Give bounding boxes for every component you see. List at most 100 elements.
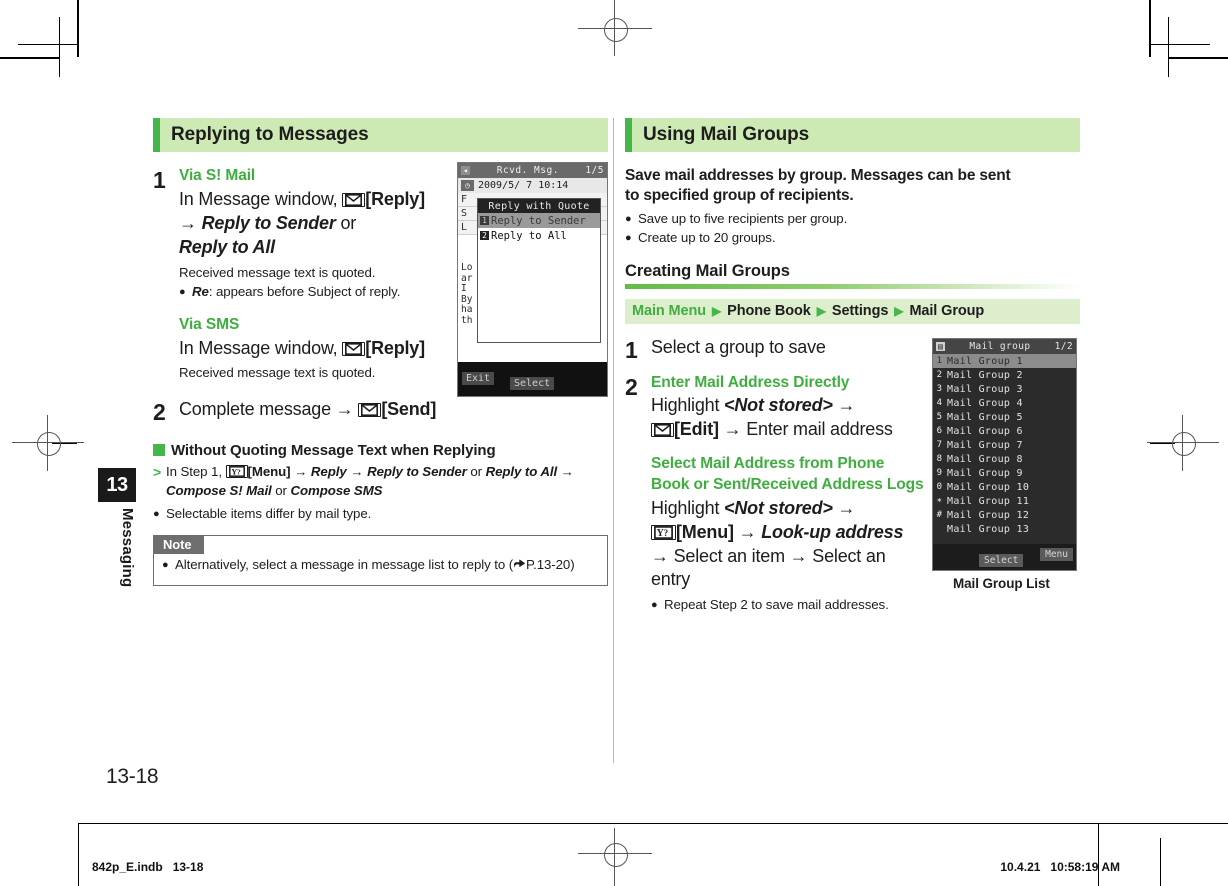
footer-timestamp: 10.4.21 10:58:19 AM <box>1000 860 1120 874</box>
step-body: Via S! Mail In Message window, [Reply] →… <box>179 166 453 382</box>
row-label: Mail Group 6 <box>947 425 1023 437</box>
footer-file-name: 842p_E.indb 13-18 <box>92 860 204 874</box>
step1-sms-line-post: [Reply] <box>365 337 425 358</box>
registration-line-bottom-h <box>578 853 652 854</box>
step2-heading-b-line2: Book or Sent/Received Address Logs <box>651 475 924 493</box>
step-number: 2 <box>153 398 166 425</box>
titlebar-counter: 1/2 <box>1054 341 1073 352</box>
line-a-it1: Reply <box>310 463 347 479</box>
nav-path-item-phone-book[interactable]: Phone Book <box>727 303 811 319</box>
row-label: Mail Group 1 <box>947 355 1023 367</box>
mail-group-row[interactable]: 5 Mail Group 5 <box>933 410 1076 424</box>
a-line2-label: [Edit] <box>674 419 719 440</box>
column-divider <box>613 118 614 763</box>
crop-mark-tl-v <box>77 0 79 57</box>
a-line2-post: Enter mail address <box>741 419 893 440</box>
step-body: Complete message → [Send] <box>179 398 608 425</box>
arrow-icon: → <box>837 395 856 416</box>
arrow-icon: → <box>350 463 364 479</box>
line-a-or: or <box>466 463 486 479</box>
mail-group-row[interactable]: 0 Mail Group 10 <box>933 480 1076 494</box>
row-key: # <box>936 510 943 520</box>
line-a-it3: Reply to All <box>485 463 558 479</box>
mail-group-row[interactable]: 7 Mail Group 7 <box>933 438 1076 452</box>
subblock-instruction: > In Step 1, Y? [Menu] → Reply → Reply to… <box>153 463 608 501</box>
bg-body-line: th <box>461 314 473 326</box>
step1-sms-line-pre: In Message window, <box>179 337 343 358</box>
sub-header-creating-mail-groups: Creating Mail Groups <box>625 262 1080 289</box>
row-key: 4 <box>936 398 943 408</box>
bullet-dot-icon: ● <box>625 231 632 244</box>
arrow-icon: → <box>723 419 742 440</box>
registration-line-top-v <box>614 0 615 56</box>
clock-icon: ◷ <box>461 180 474 191</box>
yahoo-menu-key-icon: Y? <box>651 524 676 540</box>
reply-popup-menu: Reply with Quote 1 Reply to Sender 2 Rep… <box>477 198 601 343</box>
popup-item-reply-to-sender[interactable]: 1 Reply to Sender <box>478 213 600 228</box>
manual-page: 13 Messaging Replying to Messages 1 Via … <box>0 0 1228 886</box>
nav-path-item-settings[interactable]: Settings <box>832 303 889 319</box>
arrow-icon: → <box>789 545 808 566</box>
mail-group-row[interactable]: ∗ Mail Group 11 <box>933 494 1076 508</box>
row-key: 2 <box>936 370 943 380</box>
screenshot-titlebar: ◂ Rcvd. Msg. 1/5 <box>458 163 607 178</box>
screenshot-date-row: ◷ 2009/5/ 7 10:14 <box>458 178 607 194</box>
step-1: 1 Via S! Mail In Message window, [Reply]… <box>153 166 453 382</box>
crop-mark-tr-h2 <box>1150 44 1210 45</box>
step-2: 2 Complete message → [Send] <box>153 398 608 425</box>
svg-text:?: ? <box>664 528 668 538</box>
b-line1-italic: <Not stored> <box>724 497 833 518</box>
row-label: Mail Group 4 <box>947 397 1023 409</box>
step2-text-post: [Send] <box>381 398 437 419</box>
step2-b-line1: Highlight <Not stored> → <box>651 497 925 521</box>
titlebar-title: Rcvd. Msg. <box>496 165 559 176</box>
step1-note1: Received message text is quoted. <box>179 264 376 280</box>
section-accent-bar <box>625 118 632 152</box>
mail-group-row[interactable]: 4 Mail Group 4 <box>933 396 1076 410</box>
crop-mark-tr-h <box>1168 57 1228 59</box>
mail-key-icon <box>342 341 366 356</box>
sub-header-text: Creating Mail Groups <box>625 261 790 280</box>
mail-group-row[interactable]: # Mail Group 12 <box>933 508 1076 522</box>
step2-heading-a: Enter Mail Address Directly <box>651 373 850 391</box>
nav-path-item-main-menu[interactable]: Main Menu <box>632 303 706 319</box>
softkey-menu[interactable]: Menu <box>1040 548 1073 561</box>
mail-key-icon <box>358 402 382 417</box>
chapter-name: Messaging <box>119 508 136 588</box>
step1-line2: → Reply to Sender or <box>179 212 453 236</box>
arrow-icon: → <box>294 463 308 479</box>
softkey-select[interactable]: Select <box>510 377 555 390</box>
mail-group-row[interactable]: 2 Mail Group 2 <box>933 368 1076 382</box>
row-label: Mail Group 10 <box>947 481 1030 493</box>
registration-line-top-h <box>578 28 652 29</box>
mail-group-row[interactable]: Mail Group 13 <box>933 522 1076 536</box>
step-body: Select a group to save <box>651 336 925 363</box>
line-b-it1: Compose S! Mail <box>166 482 272 498</box>
step1-bullet1: ● Re: appears before Subject of reply. <box>179 283 453 302</box>
nav-path-item-mail-group[interactable]: Mail Group <box>909 303 984 319</box>
bg-body-line: ha <box>461 304 473 315</box>
row-key: 6 <box>936 426 943 436</box>
step1-bullet1-rest: : appears before Subject of reply. <box>208 283 401 299</box>
step1-line3: Reply to All <box>179 236 453 260</box>
mail-key-icon <box>651 423 674 438</box>
yahoo-menu-key-icon: Y? <box>225 464 248 478</box>
mail-group-row[interactable]: 8 Mail Group 8 <box>933 452 1076 466</box>
sub-header-rule <box>625 283 1080 289</box>
mail-group-row[interactable]: 6 Mail Group 6 <box>933 424 1076 438</box>
registration-line-left-v <box>47 415 48 471</box>
mail-group-row[interactable]: 3 Mail Group 3 <box>933 382 1076 396</box>
titlebar-counter: 1/5 <box>585 165 604 176</box>
crop-mark-tl-h <box>0 57 60 59</box>
bullet-dot-icon: ● <box>179 285 186 298</box>
softkey-exit[interactable]: Exit <box>462 372 495 385</box>
crop-mark-tr-v <box>1149 0 1151 57</box>
page-number: 13-18 <box>106 765 159 788</box>
mail-group-row[interactable]: 9 Mail Group 9 <box>933 466 1076 480</box>
popup-item-reply-to-all[interactable]: 2 Reply to All <box>478 228 600 243</box>
mail-group-row[interactable]: 1 Mail Group 1 <box>933 354 1076 368</box>
registration-line-left-h <box>12 442 84 443</box>
green-square-icon <box>153 444 165 457</box>
softkey-select[interactable]: Select <box>979 554 1024 567</box>
navigation-path: Main Menu ▶ Phone Book ▶ Settings ▶ Mail… <box>625 298 1080 324</box>
